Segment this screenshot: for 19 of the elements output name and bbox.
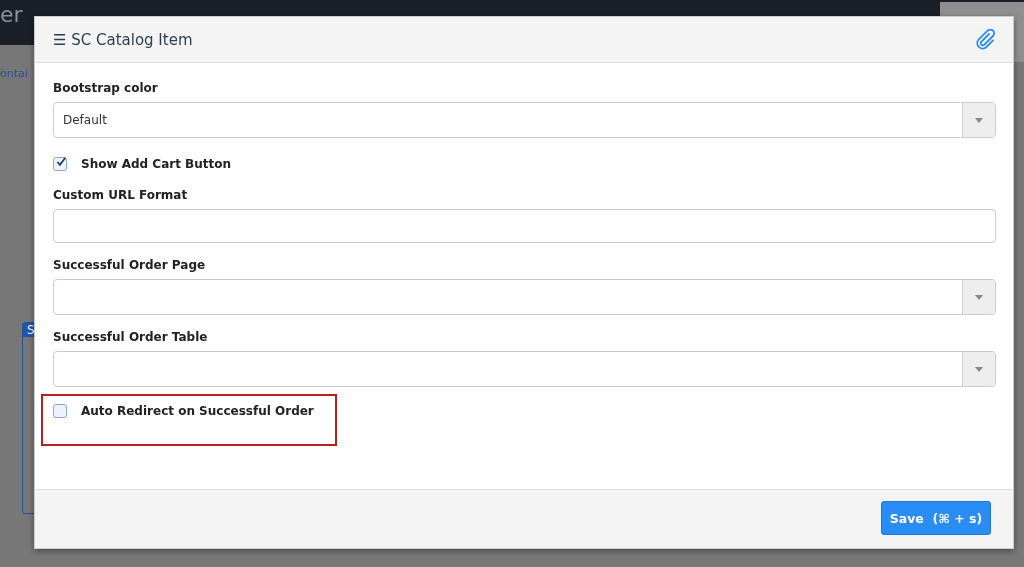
checkbox[interactable] bbox=[53, 404, 67, 418]
nav-item[interactable]: er bbox=[0, 2, 23, 28]
field-label: Successful Order Page bbox=[53, 258, 207, 272]
caret-icon bbox=[975, 294, 983, 300]
checkbox-label: Auto Redirect on Successful Order bbox=[81, 404, 314, 418]
checkbox[interactable] bbox=[53, 157, 67, 171]
select-field[interactable]: Default bbox=[53, 102, 996, 138]
checkbox-label: Show Add Cart Button bbox=[81, 157, 232, 171]
select-field[interactable] bbox=[53, 279, 996, 315]
caret-icon bbox=[975, 117, 983, 123]
input-field[interactable] bbox=[53, 209, 996, 243]
save-button[interactable]: Save (⌘ + s) bbox=[881, 501, 991, 535]
caret-icon bbox=[975, 366, 983, 372]
modal-title: ☰ SC Catalog Item bbox=[53, 30, 193, 49]
select-field[interactable] bbox=[53, 351, 996, 387]
field-label: Bootstrap color bbox=[53, 81, 159, 95]
field-label: Custom URL Format bbox=[53, 188, 189, 202]
field-label: Successful Order Table bbox=[53, 330, 209, 344]
paperclip-icon[interactable] bbox=[975, 28, 997, 51]
